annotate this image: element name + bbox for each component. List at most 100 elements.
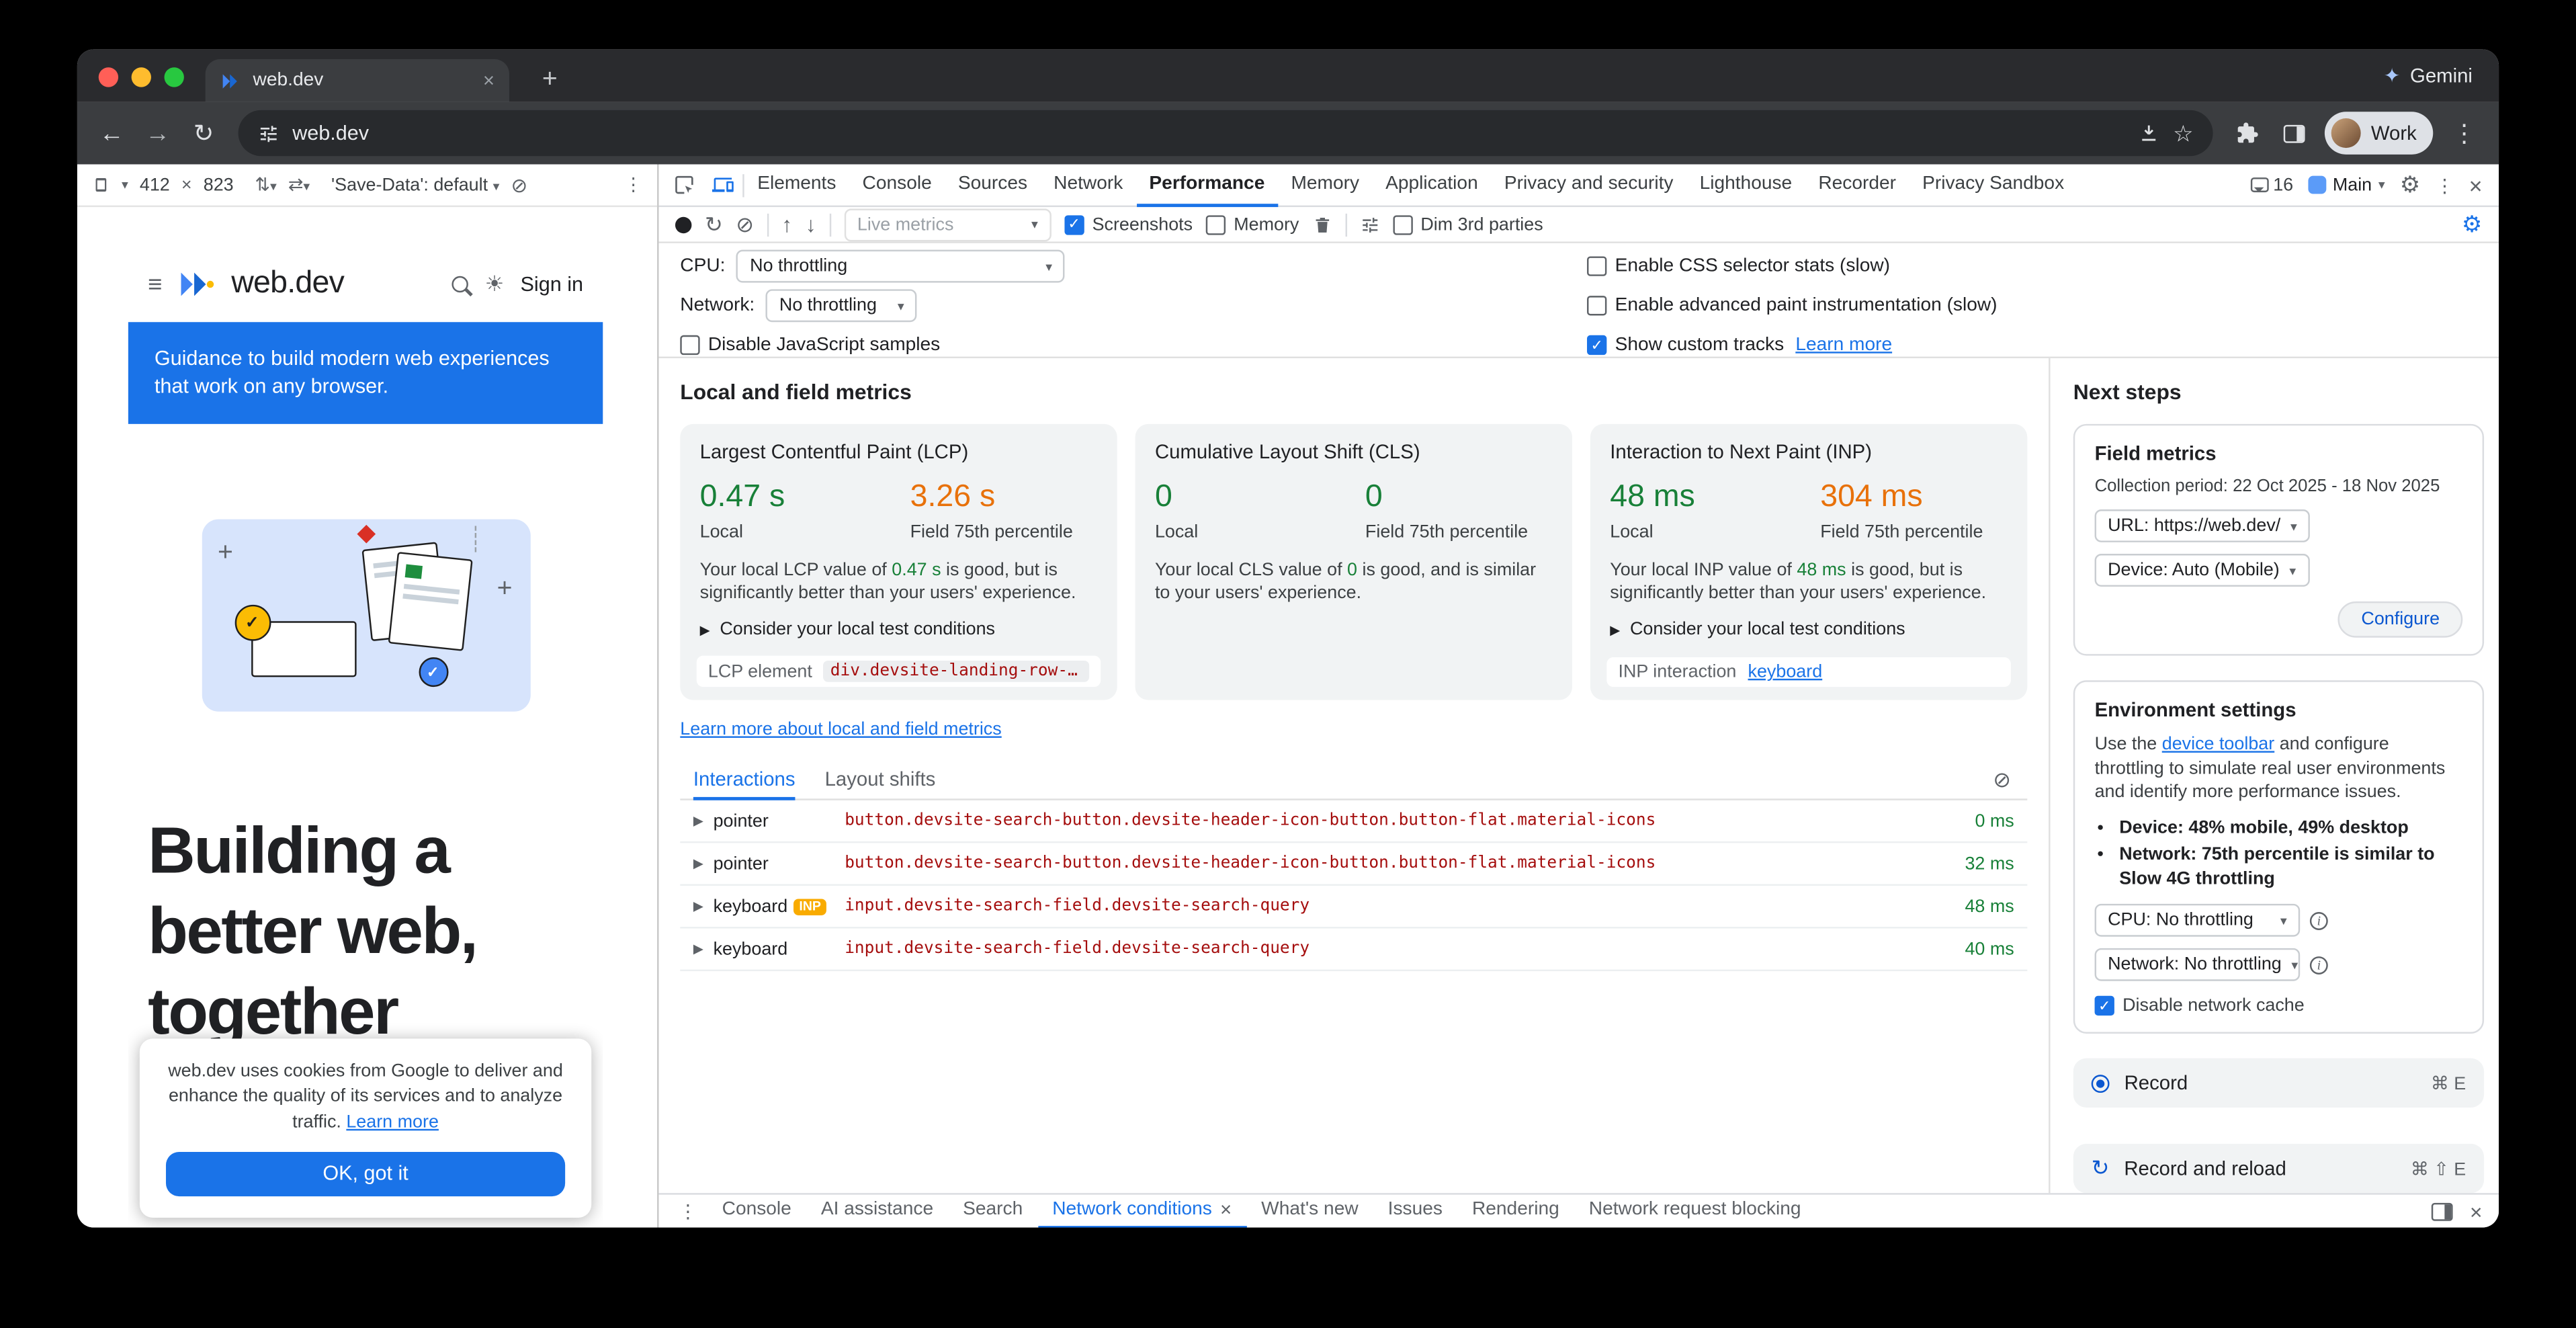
dim-third-parties-checkbox[interactable]: Dim 3rd parties [1393,214,1543,234]
sign-in-link[interactable]: Sign in [521,273,583,296]
tab-network[interactable]: Network [1041,163,1136,206]
metrics-learn-more-link[interactable]: Learn more about local and field metrics [680,720,1001,739]
expand-caret-icon[interactable]: ▶ [693,813,703,828]
clear-interactions-icon[interactable]: ⊘ [1993,767,2011,793]
tab-interactions[interactable]: Interactions [693,760,796,800]
js-context-selector[interactable]: Main▾ [2308,175,2385,194]
browser-menu-icon[interactable]: ⋮ [2443,112,2486,155]
lcp-element-link[interactable]: div.devsite-landing-row-item-d… [824,661,1089,682]
lcp-element-row[interactable]: LCP element div.devsite-landing-row-item… [697,656,1101,687]
drawer-tab-search[interactable]: Search [948,1194,1037,1227]
drawer-tab-network-conditions[interactable]: Network conditions× [1037,1194,1246,1227]
extensions-icon[interactable] [2227,112,2270,155]
paint-instrumentation-checkbox[interactable]: Enable advanced paint instrumentation (s… [1587,296,1998,315]
tab-memory[interactable]: Memory [1278,163,1373,206]
env-cpu-select[interactable]: CPU: No throttling▾ [2095,904,2301,937]
browser-tab[interactable]: web.dev × [206,59,509,102]
promo-banner[interactable]: Guidance to build modern web experiences… [128,322,603,424]
expand-caret-icon[interactable]: ▶ [693,899,703,913]
field-url-select[interactable]: URL: https://web.dev/▾ [2095,509,2311,542]
install-icon[interactable] [2137,122,2159,144]
theme-toggle-icon[interactable]: ☀ [485,271,505,297]
drawer-close-icon[interactable]: × [2470,1199,2483,1224]
devtools-settings-icon[interactable]: ⚙ [2400,171,2421,199]
record-and-reload-button[interactable]: ↻ Record and reload ⌘ ⇧ E [2073,1144,2484,1193]
minimize-window-button[interactable] [132,67,151,87]
inp-consider-disclosure[interactable]: ▶Consider your local test conditions [1610,620,2008,639]
cpu-throttling-select[interactable]: No throttling▾ [737,250,1066,283]
drawer-tab-network-request-blocking[interactable]: Network request blocking [1574,1194,1816,1227]
record-icon[interactable] [675,216,691,233]
tab-close-icon[interactable]: × [483,69,495,92]
address-bar[interactable]: web.dev ☆ [239,110,2214,156]
new-tab-button[interactable]: + [542,63,558,99]
drawer-tab-whats-new[interactable]: What's new [1246,1194,1373,1227]
env-network-select[interactable]: Network: No throttling▾ [2095,948,2301,981]
tab-elements[interactable]: Elements [744,163,849,206]
bookmark-star-icon[interactable]: ☆ [2173,119,2194,147]
collect-garbage-icon[interactable] [1312,214,1332,234]
drawer-tab-ai-assistance[interactable]: AI assistance [806,1194,948,1227]
interaction-row[interactable]: ▶ keyboardINP input.devsite-search-field… [680,886,2027,929]
tab-application[interactable]: Application [1373,163,1492,206]
screenshots-checkbox[interactable]: Screenshots [1064,214,1193,234]
rotate-icon[interactable]: ⇄▾ [288,174,310,196]
device-dimensions-icon[interactable] [92,176,110,194]
tab-console[interactable]: Console [849,163,945,206]
custom-tracks-checkbox[interactable]: Show custom tracks [1587,335,1784,355]
device-height-field[interactable]: 823 [204,175,234,194]
inspect-icon[interactable] [665,174,703,196]
tab-privacy-security[interactable]: Privacy and security [1491,163,1686,206]
toolbar-settings-toggle-icon[interactable]: ⚙ [2462,210,2483,239]
drawer-tab-console[interactable]: Console [707,1194,806,1227]
record-button[interactable]: Record ⌘ E [2073,1059,2484,1108]
custom-tracks-learn-more-link[interactable]: Learn more [1795,335,1892,355]
dock-panel-icon[interactable] [2432,1202,2454,1220]
site-settings-icon[interactable] [258,122,280,144]
network-throttling-select[interactable]: No throttling▾ [766,289,917,322]
save-profile-icon[interactable]: ↓ [806,214,816,235]
network-info-icon[interactable]: i [2310,956,2328,974]
cookie-learn-more-link[interactable]: Learn more [346,1112,439,1131]
memory-checkbox[interactable]: Memory [1206,214,1299,234]
disable-js-samples-checkbox[interactable]: Disable JavaScript samples [680,335,940,355]
maximize-window-button[interactable] [165,67,184,87]
record-reload-icon[interactable]: ↻ [705,214,723,235]
forward-button[interactable]: → [136,112,179,155]
save-data-dropdown[interactable]: 'Save-Data': default ▾ [331,175,499,194]
drawer-tab-rendering[interactable]: Rendering [1457,1194,1574,1227]
css-selector-stats-checkbox[interactable]: Enable CSS selector stats (slow) [1587,256,1890,276]
expand-caret-icon[interactable]: ▶ [693,942,703,956]
inp-interaction-row[interactable]: INP interaction keyboard [1606,657,2011,687]
webdev-logo-text[interactable]: web.dev [231,266,344,302]
field-device-select[interactable]: Device: Auto (Mobile)▾ [2095,554,2309,587]
interaction-row[interactable]: ▶ pointer button.devsite-search-button.d… [680,843,2027,886]
device-toolbar-link[interactable]: device toolbar [2162,735,2274,754]
interaction-row[interactable]: ▶ keyboard input.devsite-search-field.de… [680,929,2027,972]
search-icon[interactable] [452,276,468,292]
interaction-row[interactable]: ▶ pointer button.devsite-search-button.d… [680,800,2027,843]
inp-interaction-link[interactable]: keyboard [1748,662,1823,681]
throttle-icon[interactable]: ⊘ [511,173,528,196]
close-window-button[interactable] [99,67,118,87]
lcp-consider-disclosure[interactable]: ▶Consider your local test conditions [700,620,1098,639]
load-profile-icon[interactable]: ↑ [781,214,792,235]
back-button[interactable]: ← [90,112,133,155]
reload-button[interactable]: ↻ [182,112,225,155]
tab-layout-shifts[interactable]: Layout shifts [825,760,936,800]
drawer-tab-issues[interactable]: Issues [1373,1194,1457,1227]
devtools-close-icon[interactable]: × [2469,172,2483,198]
history-select[interactable]: Live metrics▾ [844,208,1051,241]
side-panel-icon[interactable] [2272,112,2315,155]
cpu-info-icon[interactable]: i [2310,911,2328,929]
console-messages-button[interactable]: 16 [2250,175,2293,194]
device-toolbar-menu-icon[interactable]: ⋮ [624,174,642,196]
device-toolbar-toggle-icon[interactable] [703,174,743,196]
tab-recorder[interactable]: Recorder [1805,163,1909,206]
device-width-field[interactable]: 412 [140,175,170,194]
tab-lighthouse[interactable]: Lighthouse [1686,163,1805,206]
clear-icon[interactable]: ⊘ [736,214,754,235]
gemini-button[interactable]: ✦ Gemini [2384,49,2473,101]
expand-caret-icon[interactable]: ▶ [693,856,703,871]
devtools-menu-icon[interactable]: ⋮ [2435,173,2454,196]
